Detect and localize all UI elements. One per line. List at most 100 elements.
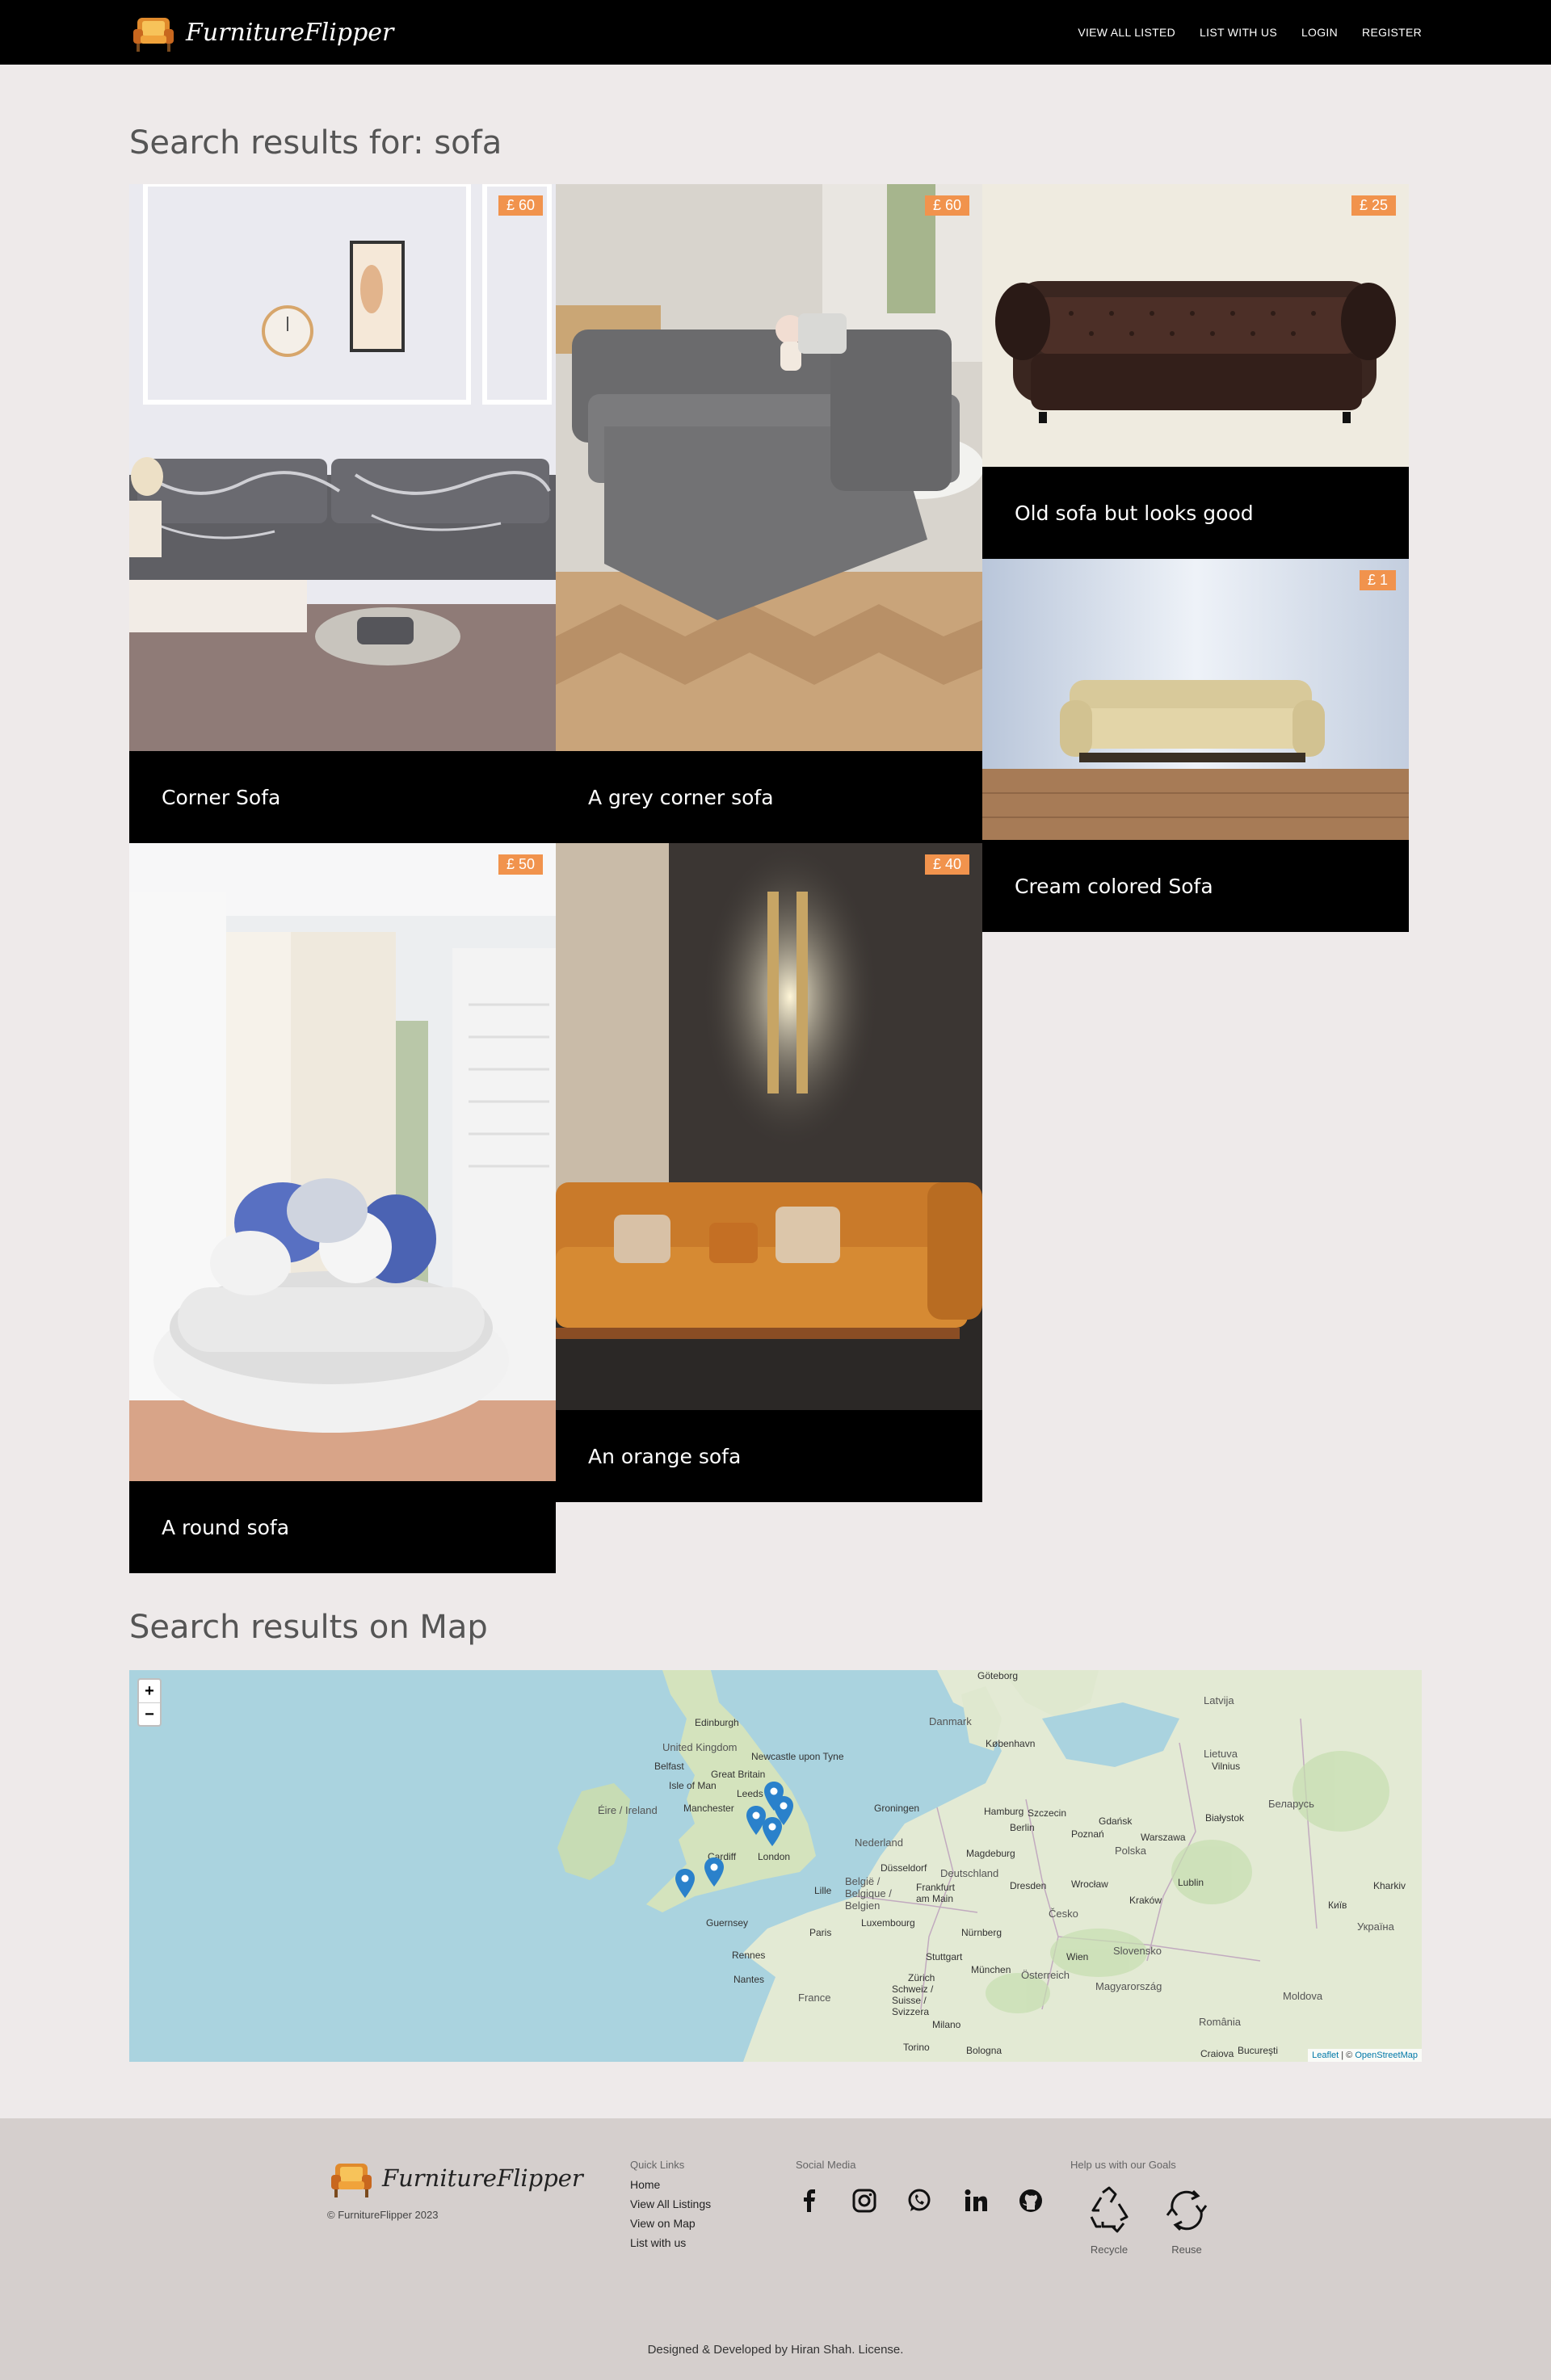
map-label: Österreich [1021,1969,1070,1981]
listing-image [129,843,556,1481]
listing-card-orange-sofa[interactable]: £ 40 An orange sofa [556,843,982,1502]
facebook-icon[interactable] [793,2185,826,2217]
map-label: Україна [1357,1920,1394,1933]
map-label: Stuttgart [926,1951,963,1962]
listing-title: An orange sofa [556,1410,982,1502]
map-label: Poznań [1071,1828,1104,1840]
map-label: Latvija [1204,1694,1234,1706]
map-label: Great Britain [711,1769,766,1780]
listing-title: A round sofa [129,1481,556,1573]
map-label: Newcastle upon Tyne [751,1751,844,1762]
map-label: Warszawa [1141,1832,1186,1843]
map-label: Paris [809,1927,832,1938]
osm-link[interactable]: OpenStreetMap [1355,2050,1418,2060]
armchair-logo-icon [331,2164,372,2197]
map-marker-icon[interactable] [704,1857,724,1887]
map-label: Wrocław [1071,1878,1108,1890]
map-label: München [971,1964,1011,1975]
listing-card-cream-sofa[interactable]: £ 1 Cream colored Sofa [982,559,1409,932]
price-badge: £ 50 [498,854,543,875]
listing-image [556,184,982,751]
map-label: Düsseldorf [881,1862,927,1874]
price-badge: £ 60 [924,195,969,216]
listing-card-round-sofa[interactable]: £ 50 A round sofa [129,843,556,1573]
linkedin-icon[interactable] [960,2185,992,2217]
map-label: Nederland [855,1836,903,1849]
map-label: Dresden [1010,1880,1047,1891]
map-label: Slovensko [1113,1945,1162,1957]
map-label: Szczecin [1028,1807,1067,1819]
map-label: Torino [903,2042,930,2053]
map-label: România [1199,2016,1242,2028]
map-label: United Kingdom [662,1741,738,1753]
listing-image [982,559,1409,840]
results-map[interactable]: Göteborg Edinburgh Danmark København Lat… [129,1670,1422,2062]
leaflet-link[interactable]: Leaflet [1312,2050,1339,2060]
map-label: Danmark [929,1715,972,1727]
map-label: Lille [814,1885,832,1896]
map-label: Manchester [683,1803,734,1814]
map-label: Nürnberg [961,1927,1002,1938]
listing-title: Corner Sofa [129,751,556,843]
footer-link-list-with-us[interactable]: List with us [630,2236,686,2249]
map-label: Rennes [732,1950,766,1961]
instagram-icon[interactable] [848,2185,881,2217]
goals-title: Help us with our Goals [1070,2159,1176,2171]
whatsapp-icon[interactable] [903,2185,935,2217]
reuse-label: Reuse [1171,2244,1202,2256]
map-attribution: Leaflet | © OpenStreetMap [1308,2049,1422,2062]
listing-card-old-sofa[interactable]: £ 25 Old sofa but looks good [982,184,1409,559]
nav-register[interactable]: REGISTER [1362,26,1422,39]
listing-title: A grey corner sofa [556,751,982,843]
price-badge: £ 40 [924,854,969,875]
map-tiles [557,1670,1422,2062]
map-label: Schweiz / Suisse / Svizzera [892,1983,934,2017]
listing-image [556,843,982,1410]
github-icon[interactable] [1015,2185,1047,2217]
listing-card-grey-corner-sofa[interactable]: £ 60 A grey corner sofa [556,184,982,843]
map-label: Éire / Ireland [598,1804,658,1816]
brand-name: FurnitureFlipper [186,18,394,47]
zoom-in-button[interactable]: + [139,1680,160,1702]
footer-brand[interactable]: FurnitureFlipper [327,2154,583,2202]
top-navbar: FurnitureFlipper VIEW ALL LISTED LIST WI… [0,0,1551,65]
recycle-goal: Recycle [1077,2185,1141,2256]
map-label: Guernsey [706,1917,749,1929]
footer-credit: Designed & Developed by Hiran Shah. Lice… [647,2343,904,2357]
map-label: Київ [1328,1899,1347,1911]
armchair-logo-icon [129,8,178,57]
map-label: Vilnius [1212,1761,1241,1772]
map-label: Česko [1049,1908,1078,1920]
map-label: Craiova [1200,2048,1234,2059]
listing-image [129,184,556,751]
footer-link-home[interactable]: Home [630,2178,660,2191]
map-label: Isle of Man [669,1780,717,1791]
map-label: Berlin [1010,1822,1035,1833]
map-label: Kraków [1129,1895,1162,1906]
map-label: London [758,1851,791,1862]
listing-image [982,184,1409,467]
footer-link-view-all-listings[interactable]: View All Listings [630,2197,711,2210]
nav-view-all-listed[interactable]: VIEW ALL LISTED [1078,26,1175,39]
map-section-title: Search results on Map [129,1609,488,1646]
brand-link[interactable]: FurnitureFlipper [129,6,393,58]
nav-login[interactable]: LOGIN [1301,26,1338,39]
map-label: Moldova [1283,1990,1323,2002]
map-label: Polska [1115,1845,1147,1857]
map-label: Lietuva [1204,1748,1238,1760]
map-zoom-control: + − [137,1678,162,1727]
map-label: Frankfurt am Main [916,1882,956,1904]
footer-link-view-on-map[interactable]: View on Map [630,2217,696,2230]
map-label: Bucureşti [1238,2045,1279,2056]
map-label: Lublin [1178,1877,1204,1888]
map-label: Edinburgh [695,1717,739,1728]
listing-card-corner-sofa[interactable]: £ 60 Corner Sofa [129,184,556,843]
listing-title: Cream colored Sofa [982,840,1409,932]
map-label: Belfast [654,1761,684,1772]
search-results-title: Search results for: sofa [129,124,502,162]
zoom-out-button[interactable]: − [139,1702,160,1725]
map-marker-icon[interactable] [675,1869,695,1898]
map-label: Luxembourg [861,1917,915,1929]
map-marker-icon[interactable] [763,1817,782,1846]
nav-list-with-us[interactable]: LIST WITH US [1200,26,1277,39]
